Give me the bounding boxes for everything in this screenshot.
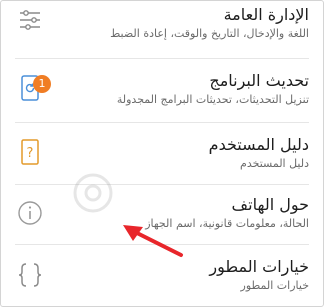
update-badge: 1: [33, 75, 51, 93]
item-subtitle: خيارات المطور: [240, 279, 309, 292]
info-icon: [1, 200, 59, 226]
item-title: خيارات المطور: [209, 257, 309, 276]
developer-braces-icon: [1, 261, 59, 289]
settings-item-general-management[interactable]: الإدارة العامة اللغة والإدخال، التاريخ و…: [1, 1, 323, 51]
sliders-icon: [1, 7, 59, 33]
svg-text:?: ?: [27, 146, 34, 161]
item-subtitle: اللغة والإدخال، التاريخ والوقت، إعادة ال…: [110, 27, 309, 40]
item-subtitle: الحالة، معلومات قانونية، اسم الجهاز: [145, 217, 309, 230]
pointer-arrow-icon: [123, 225, 183, 257]
software-update-icon: [1, 74, 59, 102]
settings-item-user-manual[interactable]: ? دليل المستخدم دليل المستخدم: [1, 123, 323, 181]
item-subtitle: دليل المستخدم: [240, 157, 309, 170]
item-title: دليل المستخدم: [208, 135, 309, 154]
watermark-logo: [73, 173, 113, 213]
user-manual-icon: ?: [1, 138, 59, 166]
settings-item-software-update[interactable]: 1 تحديث البرنامج تنزيل التحديثات، تحديثا…: [1, 59, 323, 117]
item-title: تحديث البرنامج: [209, 71, 309, 90]
settings-screen: الإدارة العامة اللغة والإدخال، التاريخ و…: [0, 0, 324, 307]
item-title: الإدارة العامة: [223, 5, 309, 24]
item-subtitle: تنزيل التحديثات، تحديثات البرامج المجدول…: [116, 93, 309, 106]
